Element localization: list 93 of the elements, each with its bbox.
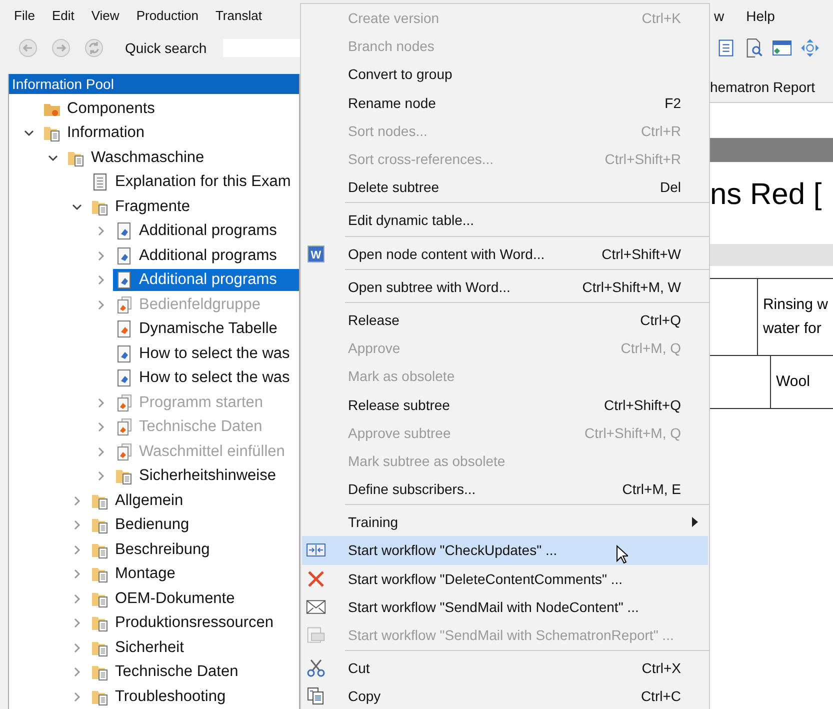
document-tab[interactable]: hematron Report xyxy=(710,71,816,95)
stacked-documents-icon xyxy=(115,394,133,412)
tree-item[interactable]: Dynamische Tabelle xyxy=(113,318,282,340)
shortcut-label: F2 xyxy=(664,94,681,111)
tree-item[interactable]: Bedienung xyxy=(89,514,194,536)
folder-icon xyxy=(43,124,61,142)
menu-bar-item[interactable]: Help xyxy=(746,8,775,24)
shortcut-label: Ctrl+Q xyxy=(640,312,681,328)
tree-item[interactable]: Montage xyxy=(89,563,180,586)
quick-search-field[interactable] xyxy=(222,38,300,57)
document-icon xyxy=(115,222,133,240)
document-icon[interactable] xyxy=(716,38,736,58)
stacked-documents-icon xyxy=(115,442,133,461)
tree-item[interactable]: Technische Daten xyxy=(89,661,242,684)
document-icon xyxy=(91,173,109,192)
move-arrows-icon[interactable] xyxy=(800,38,820,58)
tree-item[interactable]: Additional programs xyxy=(113,269,299,292)
quick-search-label: Quick search xyxy=(125,40,207,56)
shortcut-label: Ctrl+Shift+R xyxy=(604,151,681,168)
window-icon[interactable] xyxy=(772,38,792,58)
mouse-pointer-icon xyxy=(616,545,628,564)
tree-item[interactable]: Explanation for this Exam xyxy=(89,171,295,194)
shortcut-label: Ctrl+Shift+W xyxy=(602,246,681,262)
menu-item[interactable]: Rename node F2 xyxy=(302,88,708,117)
menu-item[interactable]: Cut Ctrl+X xyxy=(302,654,708,682)
shortcut-label: Ctrl+R xyxy=(640,122,681,139)
document-icon xyxy=(115,246,133,265)
tree-item[interactable]: Fragmente xyxy=(89,196,194,218)
menu-bar-item[interactable]: w xyxy=(714,8,724,24)
menu-item[interactable]: Start workflow "DeleteContentComments" ... xyxy=(302,564,708,593)
tree-item[interactable]: How to select the was xyxy=(113,367,294,390)
scissors-icon xyxy=(306,659,326,678)
panel-title: Information Pool xyxy=(12,76,114,92)
menu-bar-item[interactable]: View xyxy=(91,8,120,24)
tree-item[interactable]: Sicherheitshinweise xyxy=(113,465,280,488)
menu-item[interactable]: Start workflow "CheckUpdates" ... xyxy=(302,536,708,565)
menu-item[interactable]: Start workflow "SendMail with NodeContent" ... xyxy=(302,592,708,621)
folder-icon xyxy=(91,614,109,632)
workflow-icon xyxy=(306,541,326,560)
report-icon xyxy=(306,626,326,644)
menu-item[interactable]: Convert to group xyxy=(302,60,708,89)
document-icon xyxy=(115,369,133,388)
word-icon: W xyxy=(306,244,326,263)
folder-icon xyxy=(115,467,133,486)
shortcut-label: Ctrl+M, Q xyxy=(620,340,681,356)
tree-item[interactable]: OEM-Dokumente xyxy=(89,588,239,610)
document-icon xyxy=(115,344,133,363)
folder-icon xyxy=(91,663,109,682)
menu-item[interactable]: Open subtree with Word... Ctrl+Shift+M, W xyxy=(302,272,708,301)
tree-item[interactable]: Information xyxy=(41,122,149,144)
document-icon xyxy=(115,320,133,338)
tree-item[interactable]: Produktionsressourcen xyxy=(89,612,278,634)
menu-bar-item[interactable]: File xyxy=(14,8,35,24)
menu-item[interactable]: W Open node content with Word... Ctrl+Shift+W xyxy=(302,240,708,268)
menu-bar-item[interactable]: Edit xyxy=(52,8,74,24)
menu-bar-item[interactable]: Translat xyxy=(215,8,262,24)
menu-item[interactable]: Release subtree Ctrl+Shift+Q xyxy=(302,390,708,419)
menu-item[interactable]: Edit dynamic table... xyxy=(302,206,708,234)
shortcut-label: Del xyxy=(660,179,681,196)
folder-icon xyxy=(91,516,109,534)
search-document-icon[interactable] xyxy=(744,38,764,58)
menu-item[interactable]: Training xyxy=(302,508,708,536)
menu-item[interactable]: Define subscribers... Ctrl+M, E xyxy=(302,475,708,504)
tree-item[interactable]: Components xyxy=(41,98,159,120)
shortcut-label: Ctrl+Shift+M, W xyxy=(582,278,681,295)
folder-icon xyxy=(91,565,109,584)
tree-item[interactable]: Allgemein xyxy=(89,490,188,512)
tree-item[interactable]: How to select the was xyxy=(113,342,294,365)
menu-item[interactable]: Release Ctrl+Q xyxy=(302,306,708,334)
shortcut-label: Ctrl+X xyxy=(642,660,681,676)
menu-item[interactable]: Copy Ctrl+C xyxy=(302,682,708,709)
tree-item[interactable]: Troubleshooting xyxy=(89,686,230,708)
tree-item[interactable]: Sicherheit xyxy=(89,636,188,659)
mail-icon xyxy=(306,598,326,616)
stacked-documents-icon xyxy=(115,418,133,436)
copy-icon xyxy=(306,687,326,706)
shortcut-label: Ctrl+K xyxy=(642,10,681,26)
menu-bar-item[interactable]: Production xyxy=(136,8,198,24)
stacked-documents-icon xyxy=(115,296,133,314)
menu-item[interactable]: Delete subtree Del xyxy=(302,173,708,202)
tree-item[interactable]: Additional programs xyxy=(113,244,281,267)
table-cell-text: Wool xyxy=(775,372,811,392)
document-heading: ns Red [ xyxy=(710,177,823,213)
delete-icon xyxy=(306,570,326,588)
shortcut-label: Ctrl+M, E xyxy=(622,481,681,498)
document-icon xyxy=(115,271,133,290)
shortcut-label: Ctrl+Shift+Q xyxy=(604,396,681,413)
tree-item[interactable]: Additional programs xyxy=(113,220,281,242)
shortcut-label: Ctrl+Shift+M, Q xyxy=(584,424,681,441)
tree-item[interactable]: Beschreibung xyxy=(89,538,214,561)
table-cell-text: Rinsing w water for xyxy=(762,295,829,339)
shortcut-label: Ctrl+C xyxy=(640,688,681,704)
tree-item[interactable]: Waschmaschine xyxy=(65,146,208,169)
